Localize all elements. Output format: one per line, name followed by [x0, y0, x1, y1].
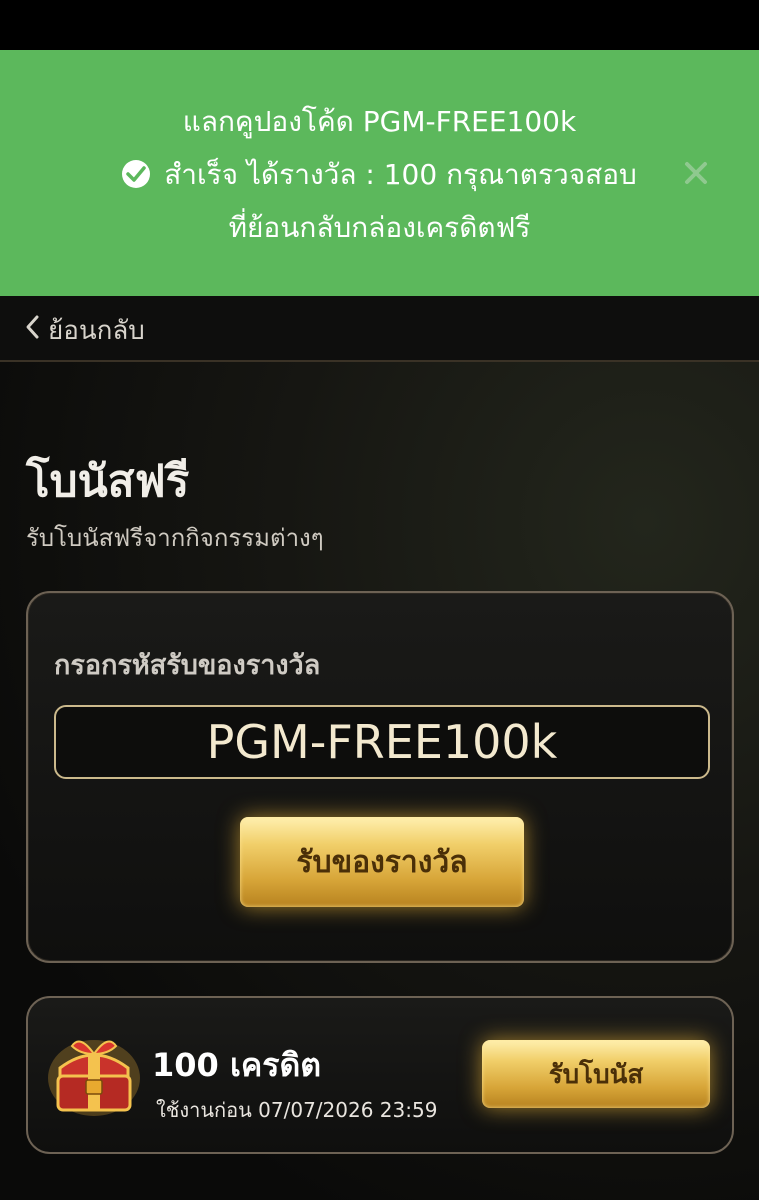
treasure-chest-icon	[46, 1028, 142, 1118]
toast-message-row: สำเร็จ ได้รางวัล : 100 กรุณาตรวจสอบ	[0, 155, 759, 195]
page-title: โบนัสฟรี	[26, 456, 190, 507]
redeem-code-input[interactable]	[54, 705, 710, 779]
bonus-card: 100 เครดิต ใช้งานก่อน 07/07/2026 23:59 ร…	[26, 996, 734, 1154]
toast-title: แลกคูปองโค้ด PGM-FREE100k	[182, 105, 577, 138]
status-bar	[0, 0, 759, 50]
toast-message: สำเร็จ ได้รางวัล : 100 กรุณาตรวจสอบ	[164, 158, 637, 191]
close-icon[interactable]	[683, 160, 709, 186]
chevron-left-icon	[24, 313, 40, 348]
bonus-amount: 100 เครดิต	[152, 1046, 322, 1084]
bonus-expiry: ใช้งานก่อน 07/07/2026 23:59	[156, 1098, 438, 1122]
toast-message-continued: ที่ย้อนกลับกล่องเครดิตฟรี	[228, 211, 531, 244]
page-subtitle: รับโบนัสฟรีจากกิจกรรมต่างๆ	[26, 524, 324, 552]
page: แลกคูปองโค้ด PGM-FREE100k สำเร็จ ได้รางว…	[0, 0, 759, 1200]
nav-bar: ย้อนกลับ	[0, 296, 759, 362]
claim-bonus-button[interactable]: รับโบนัส	[482, 1040, 710, 1108]
redeem-code-card: กรอกรหัสรับของรางวัล รับของรางวัล	[26, 591, 734, 963]
back-button[interactable]: ย้อนกลับ	[24, 310, 145, 350]
claim-reward-button[interactable]: รับของรางวัล	[240, 817, 524, 907]
main-content: ย้อนกลับ โบนัสฟรี รับโบนัสฟรีจากกิจกรรมต…	[0, 296, 759, 1200]
redeem-code-label: กรอกรหัสรับของรางวัล	[54, 650, 321, 681]
success-toast: แลกคูปองโค้ด PGM-FREE100k สำเร็จ ได้รางว…	[0, 50, 759, 296]
check-circle-icon	[122, 160, 151, 188]
back-label: ย้อนกลับ	[48, 315, 145, 346]
